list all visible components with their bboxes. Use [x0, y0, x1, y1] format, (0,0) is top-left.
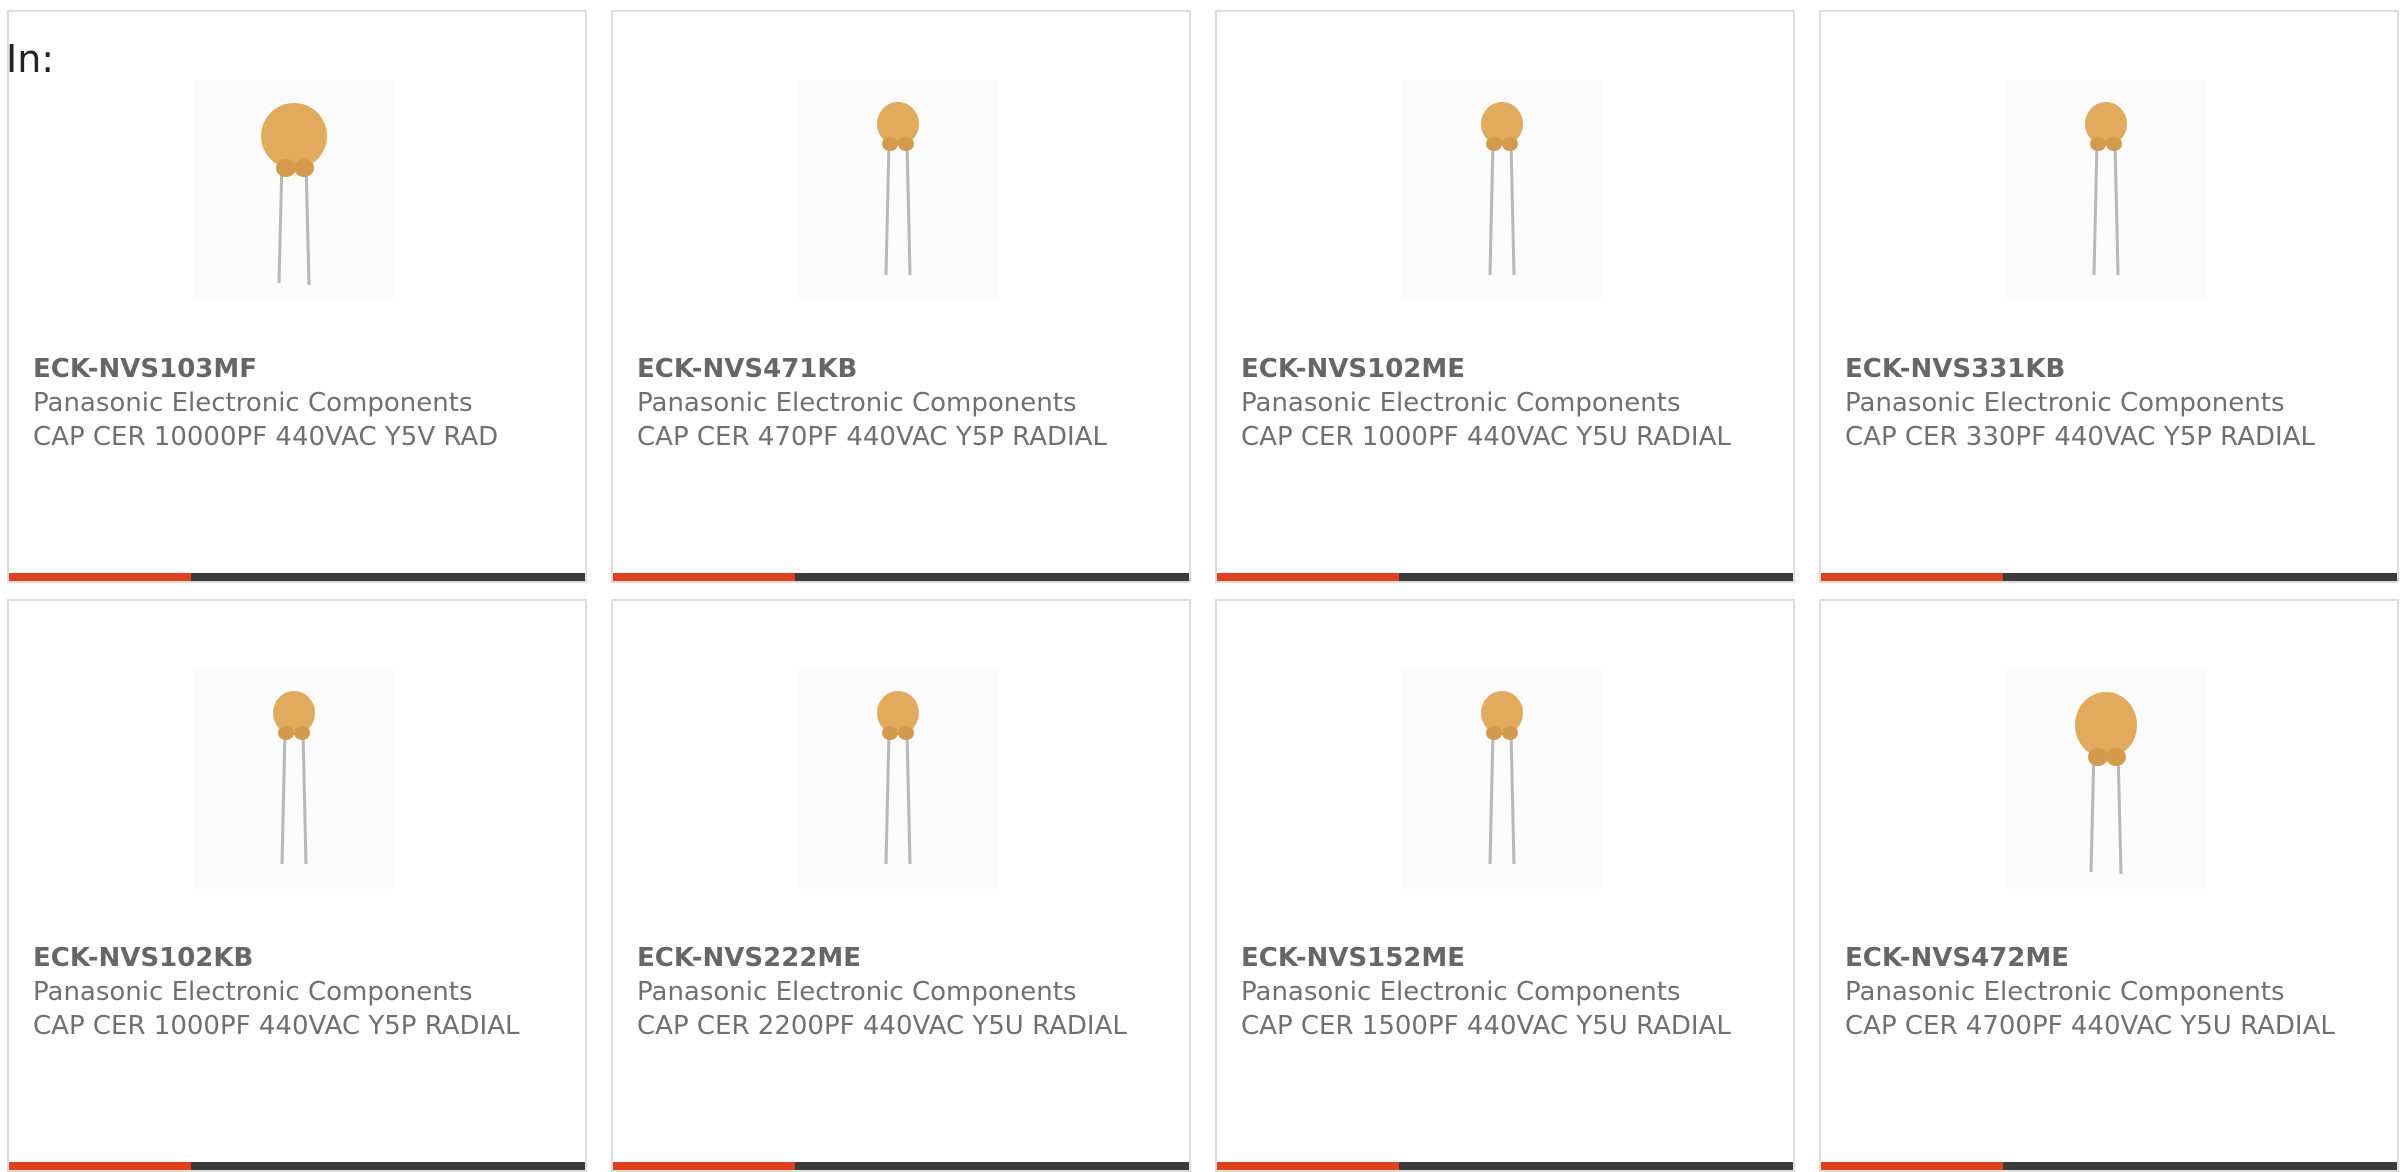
part-number-link[interactable]: ECK-NVS472ME [1845, 941, 2365, 975]
capacitor-icon [2085, 102, 2127, 276]
manufacturer-name: Panasonic Electronic Components [1241, 388, 1681, 418]
product-info: ECK-NVS102KB Panasonic Electronic Compon… [33, 941, 553, 1043]
product-card[interactable]: ECK-NVS102ME Panasonic Electronic Compon… [1215, 10, 1795, 583]
product-image[interactable] [1402, 669, 1602, 889]
capacitor-icon [1481, 102, 1523, 276]
product-info: ECK-NVS152ME Panasonic Electronic Compon… [1241, 941, 1761, 1043]
accent-segment [1217, 1162, 1399, 1170]
accent-segment [613, 1162, 795, 1170]
capacitor-icon [877, 102, 919, 276]
product-grid: ECK-NVS103MF Panasonic Electronic Compon… [7, 10, 2400, 1172]
manufacturer-name: Panasonic Electronic Components [33, 388, 473, 418]
card-accent-bar [613, 1162, 1189, 1170]
part-number-link[interactable]: ECK-NVS103MF [33, 352, 553, 386]
product-info: ECK-NVS471KB Panasonic Electronic Compon… [637, 352, 1157, 454]
part-number-link[interactable]: ECK-NVS471KB [637, 352, 1157, 386]
card-accent-bar [9, 1162, 585, 1170]
product-image[interactable] [194, 80, 394, 300]
product-card[interactable]: ECK-NVS103MF Panasonic Electronic Compon… [7, 10, 587, 583]
product-card[interactable]: ECK-NVS472ME Panasonic Electronic Compon… [1819, 599, 2399, 1172]
card-accent-bar [1217, 1162, 1793, 1170]
card-accent-bar [613, 573, 1189, 581]
part-number-link[interactable]: ECK-NVS152ME [1241, 941, 1761, 975]
product-info: ECK-NVS331KB Panasonic Electronic Compon… [1845, 352, 2365, 454]
part-number-link[interactable]: ECK-NVS102KB [33, 941, 553, 975]
product-description: CAP CER 1500PF 440VAC Y5U RADIAL [1241, 1011, 1731, 1041]
capacitor-icon [273, 691, 315, 865]
product-image[interactable] [1402, 80, 1602, 300]
manufacturer-name: Panasonic Electronic Components [637, 388, 1077, 418]
accent-segment [9, 1162, 191, 1170]
part-number-link[interactable]: ECK-NVS331KB [1845, 352, 2365, 386]
product-description: CAP CER 4700PF 440VAC Y5U RADIAL [1845, 1011, 2335, 1041]
product-card[interactable]: ECK-NVS471KB Panasonic Electronic Compon… [611, 10, 1191, 583]
capacitor-icon [261, 103, 327, 286]
manufacturer-name: Panasonic Electronic Components [637, 977, 1077, 1007]
product-info: ECK-NVS472ME Panasonic Electronic Compon… [1845, 941, 2365, 1043]
manufacturer-name: Panasonic Electronic Components [1845, 388, 2285, 418]
product-card[interactable]: ECK-NVS102KB Panasonic Electronic Compon… [7, 599, 587, 1172]
product-description: CAP CER 330PF 440VAC Y5P RADIAL [1845, 422, 2315, 452]
accent-segment [613, 573, 795, 581]
manufacturer-name: Panasonic Electronic Components [33, 977, 473, 1007]
accent-segment [1217, 573, 1399, 581]
in-label: In: [6, 37, 55, 81]
part-number-link[interactable]: ECK-NVS222ME [637, 941, 1157, 975]
accent-segment [1821, 1162, 2003, 1170]
manufacturer-name: Panasonic Electronic Components [1241, 977, 1681, 1007]
card-accent-bar [1821, 573, 2397, 581]
product-image[interactable] [2006, 80, 2206, 300]
accent-segment [9, 573, 191, 581]
product-image[interactable] [194, 669, 394, 889]
card-accent-bar [1217, 573, 1793, 581]
card-accent-bar [1821, 1162, 2397, 1170]
product-image[interactable] [798, 80, 998, 300]
manufacturer-name: Panasonic Electronic Components [1845, 977, 2285, 1007]
product-description: CAP CER 470PF 440VAC Y5P RADIAL [637, 422, 1107, 452]
accent-segment [1821, 573, 2003, 581]
capacitor-icon [1481, 691, 1523, 865]
product-description: CAP CER 10000PF 440VAC Y5V RAD [33, 422, 499, 452]
product-image[interactable] [798, 669, 998, 889]
capacitor-icon [2075, 692, 2137, 875]
product-card[interactable]: ECK-NVS152ME Panasonic Electronic Compon… [1215, 599, 1795, 1172]
product-info: ECK-NVS103MF Panasonic Electronic Compon… [33, 352, 553, 454]
product-image[interactable] [2006, 669, 2206, 889]
product-description: CAP CER 1000PF 440VAC Y5U RADIAL [1241, 422, 1731, 452]
part-number-link[interactable]: ECK-NVS102ME [1241, 352, 1761, 386]
capacitor-icon [877, 691, 919, 865]
product-card[interactable]: ECK-NVS222ME Panasonic Electronic Compon… [611, 599, 1191, 1172]
product-description: CAP CER 1000PF 440VAC Y5P RADIAL [33, 1011, 520, 1041]
card-accent-bar [9, 573, 585, 581]
product-info: ECK-NVS222ME Panasonic Electronic Compon… [637, 941, 1157, 1043]
product-description: CAP CER 2200PF 440VAC Y5U RADIAL [637, 1011, 1127, 1041]
product-info: ECK-NVS102ME Panasonic Electronic Compon… [1241, 352, 1761, 454]
product-card[interactable]: ECK-NVS331KB Panasonic Electronic Compon… [1819, 10, 2399, 583]
